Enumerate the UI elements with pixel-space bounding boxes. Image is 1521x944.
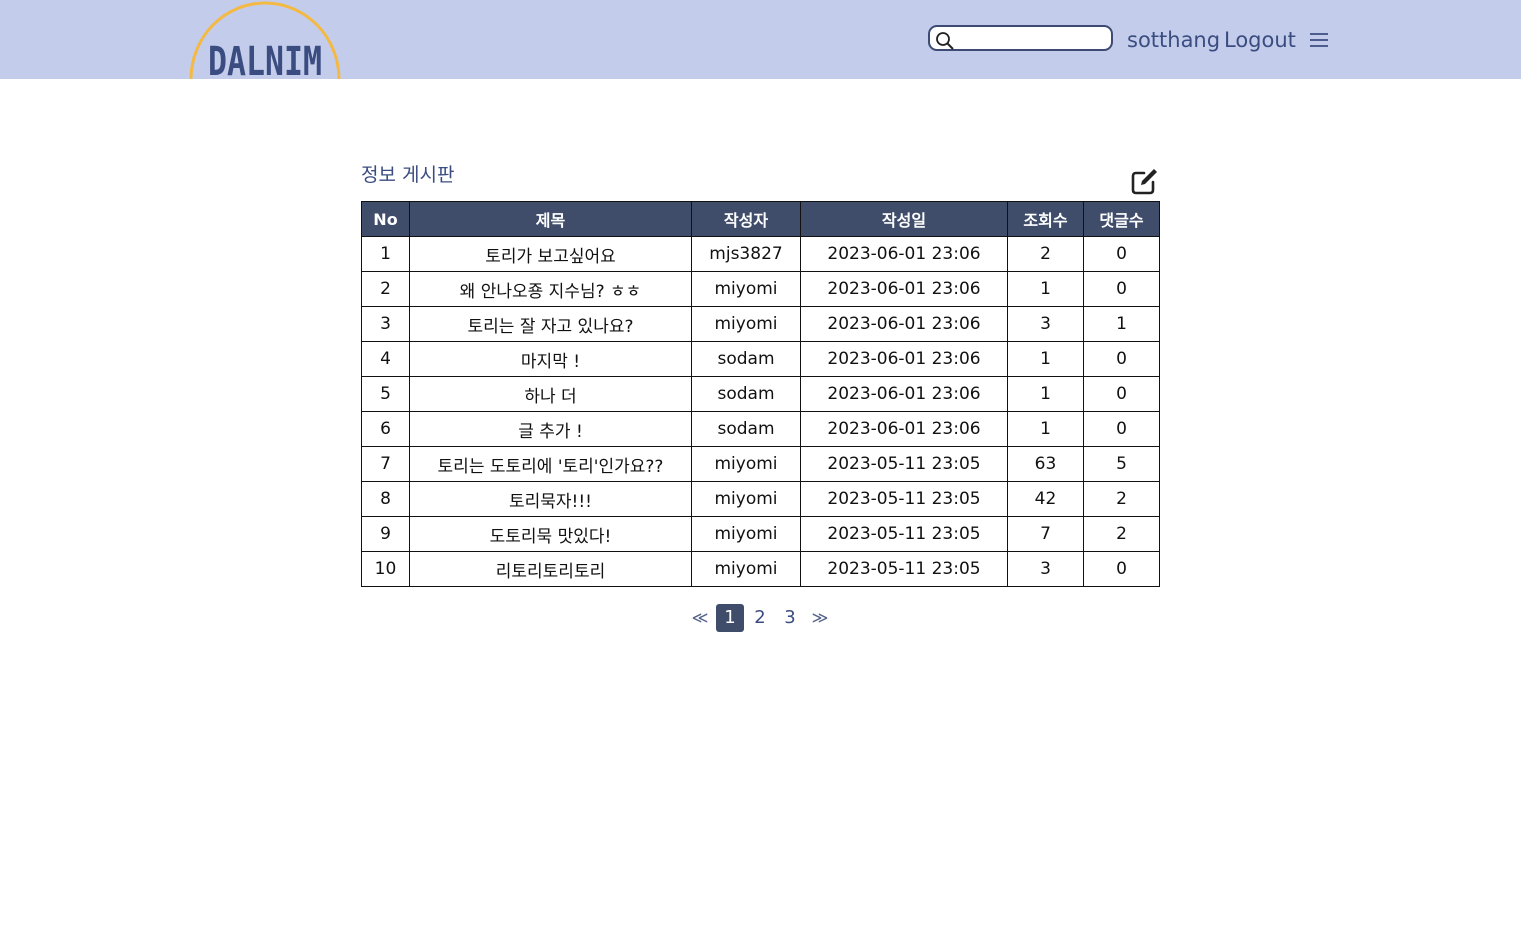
cell-comments: 0 bbox=[1083, 411, 1160, 447]
cell-author: miyomi bbox=[691, 446, 801, 482]
cell-date: 2023-06-01 23:06 bbox=[800, 341, 1008, 377]
col-header-comments: 댓글수 bbox=[1083, 201, 1160, 237]
table-row[interactable]: 1 토리가 보고싶어요 mjs3827 2023-06-01 23:06 2 0 bbox=[361, 236, 1160, 272]
page-3-button[interactable]: 3 bbox=[776, 604, 804, 632]
cell-author: sodam bbox=[691, 376, 801, 412]
table-row[interactable]: 8 토리묵자!!! miyomi 2023-05-11 23:05 42 2 bbox=[361, 481, 1160, 517]
search-icon[interactable] bbox=[935, 31, 955, 51]
cell-comments: 0 bbox=[1083, 236, 1160, 272]
cell-title[interactable]: 토리는 잘 자고 있나요? bbox=[409, 306, 692, 342]
cell-views: 1 bbox=[1007, 411, 1084, 447]
cell-comments: 0 bbox=[1083, 271, 1160, 307]
table-row[interactable]: 9 도토리묵 맛있다! miyomi 2023-05-11 23:05 7 2 bbox=[361, 516, 1160, 552]
first-page-button[interactable]: ≪ bbox=[686, 604, 714, 632]
cell-title[interactable]: 왜 안나오죵 지수님? ㅎㅎ bbox=[409, 271, 692, 307]
col-header-date: 작성일 bbox=[800, 201, 1008, 237]
cell-date: 2023-05-11 23:05 bbox=[800, 516, 1008, 552]
cell-comments: 5 bbox=[1083, 446, 1160, 482]
cell-views: 7 bbox=[1007, 516, 1084, 552]
svg-text:DALNIM: DALNIM bbox=[208, 39, 322, 79]
cell-comments: 0 bbox=[1083, 341, 1160, 377]
cell-title[interactable]: 하나 더 bbox=[409, 376, 692, 412]
cell-author: sodam bbox=[691, 341, 801, 377]
page-1-button[interactable]: 1 bbox=[716, 604, 744, 632]
cell-author: miyomi bbox=[691, 271, 801, 307]
cell-views: 63 bbox=[1007, 446, 1084, 482]
cell-no: 4 bbox=[361, 341, 410, 377]
cell-date: 2023-06-01 23:06 bbox=[800, 411, 1008, 447]
pagination: ≪ 1 2 3 ≫ bbox=[686, 604, 836, 632]
table-row[interactable]: 4 마지막 ! sodam 2023-06-01 23:06 1 0 bbox=[361, 341, 1160, 377]
cell-date: 2023-06-01 23:06 bbox=[800, 271, 1008, 307]
cell-no: 5 bbox=[361, 376, 410, 412]
col-header-no: No bbox=[361, 201, 410, 237]
cell-no: 7 bbox=[361, 446, 410, 482]
cell-author: miyomi bbox=[691, 551, 801, 587]
table-row[interactable]: 3 토리는 잘 자고 있나요? miyomi 2023-06-01 23:06 3 1 bbox=[361, 306, 1160, 342]
cell-no: 3 bbox=[361, 306, 410, 342]
username-label: sotthang bbox=[1127, 28, 1221, 52]
table-row[interactable]: 10 리토리토리토리 miyomi 2023-05-11 23:05 3 0 bbox=[361, 551, 1160, 587]
board-title: 정보 게시판 bbox=[361, 164, 455, 186]
cell-comments: 2 bbox=[1083, 481, 1160, 517]
cell-comments: 0 bbox=[1083, 551, 1160, 587]
cell-comments: 2 bbox=[1083, 516, 1160, 552]
cell-author: miyomi bbox=[691, 306, 801, 342]
cell-views: 3 bbox=[1007, 551, 1084, 587]
cell-title[interactable]: 글 추가 ! bbox=[409, 411, 692, 447]
cell-no: 8 bbox=[361, 481, 410, 517]
pencil-edit-icon[interactable] bbox=[1130, 166, 1160, 196]
table-header-row: No 제목 작성자 작성일 조회수 댓글수 bbox=[361, 201, 1160, 237]
cell-no: 10 bbox=[361, 551, 410, 587]
cell-title[interactable]: 토리묵자!!! bbox=[409, 481, 692, 517]
cell-comments: 0 bbox=[1083, 376, 1160, 412]
table-row[interactable]: 5 하나 더 sodam 2023-06-01 23:06 1 0 bbox=[361, 376, 1160, 412]
cell-views: 1 bbox=[1007, 376, 1084, 412]
cell-no: 2 bbox=[361, 271, 410, 307]
cell-views: 3 bbox=[1007, 306, 1084, 342]
top-header: DALNIM sotthang Logout bbox=[0, 0, 1521, 79]
logout-link[interactable]: Logout bbox=[1224, 26, 1296, 54]
cell-title[interactable]: 토리가 보고싶어요 bbox=[409, 236, 692, 272]
cell-no: 1 bbox=[361, 236, 410, 272]
board-table: No 제목 작성자 작성일 조회수 댓글수 1 토리가 보고싶어요 mjs3827 2… bbox=[361, 201, 1160, 587]
cell-date: 2023-06-01 23:06 bbox=[800, 236, 1008, 272]
cell-author: mjs3827 bbox=[691, 236, 801, 272]
cell-date: 2023-05-11 23:05 bbox=[800, 446, 1008, 482]
cell-views: 2 bbox=[1007, 236, 1084, 272]
col-header-title: 제목 bbox=[409, 201, 692, 237]
cell-date: 2023-06-01 23:06 bbox=[800, 306, 1008, 342]
cell-date: 2023-05-11 23:05 bbox=[800, 481, 1008, 517]
col-header-author: 작성자 bbox=[691, 201, 801, 237]
cell-author: sodam bbox=[691, 411, 801, 447]
table-row[interactable]: 2왜 안나오죵 지수님? ㅎㅎ miyomi 2023-06-01 23:06 1 0 bbox=[361, 271, 1160, 307]
col-header-views: 조회수 bbox=[1007, 201, 1084, 237]
search-box[interactable] bbox=[928, 25, 1113, 51]
page-2-button[interactable]: 2 bbox=[746, 604, 774, 632]
dalnim-logo[interactable]: DALNIM bbox=[189, 0, 341, 79]
cell-author: miyomi bbox=[691, 481, 801, 517]
cell-views: 1 bbox=[1007, 271, 1084, 307]
cell-date: 2023-05-11 23:05 bbox=[800, 551, 1008, 587]
cell-title[interactable]: 도토리묵 맛있다! bbox=[409, 516, 692, 552]
last-page-button[interactable]: ≫ bbox=[806, 604, 834, 632]
cell-comments: 1 bbox=[1083, 306, 1160, 342]
cell-author: miyomi bbox=[691, 516, 801, 552]
hamburger-menu-icon[interactable] bbox=[1308, 30, 1330, 50]
table-row[interactable]: 6글 추가 ! sodam 2023-06-01 23:06 1 0 bbox=[361, 411, 1160, 447]
cell-title[interactable]: 마지막 ! bbox=[409, 341, 692, 377]
cell-title[interactable]: 토리는 도토리에 '토리'인가요?? bbox=[409, 446, 692, 482]
cell-title[interactable]: 리토리토리토리 bbox=[409, 551, 692, 587]
cell-views: 42 bbox=[1007, 481, 1084, 517]
search-input[interactable] bbox=[958, 28, 1112, 50]
cell-no: 6 bbox=[361, 411, 410, 447]
cell-date: 2023-06-01 23:06 bbox=[800, 376, 1008, 412]
cell-no: 9 bbox=[361, 516, 410, 552]
table-row[interactable]: 7 토리는 도토리에 '토리'인가요?? miyomi 2023-05-11 23:0… bbox=[361, 446, 1160, 482]
cell-views: 1 bbox=[1007, 341, 1084, 377]
